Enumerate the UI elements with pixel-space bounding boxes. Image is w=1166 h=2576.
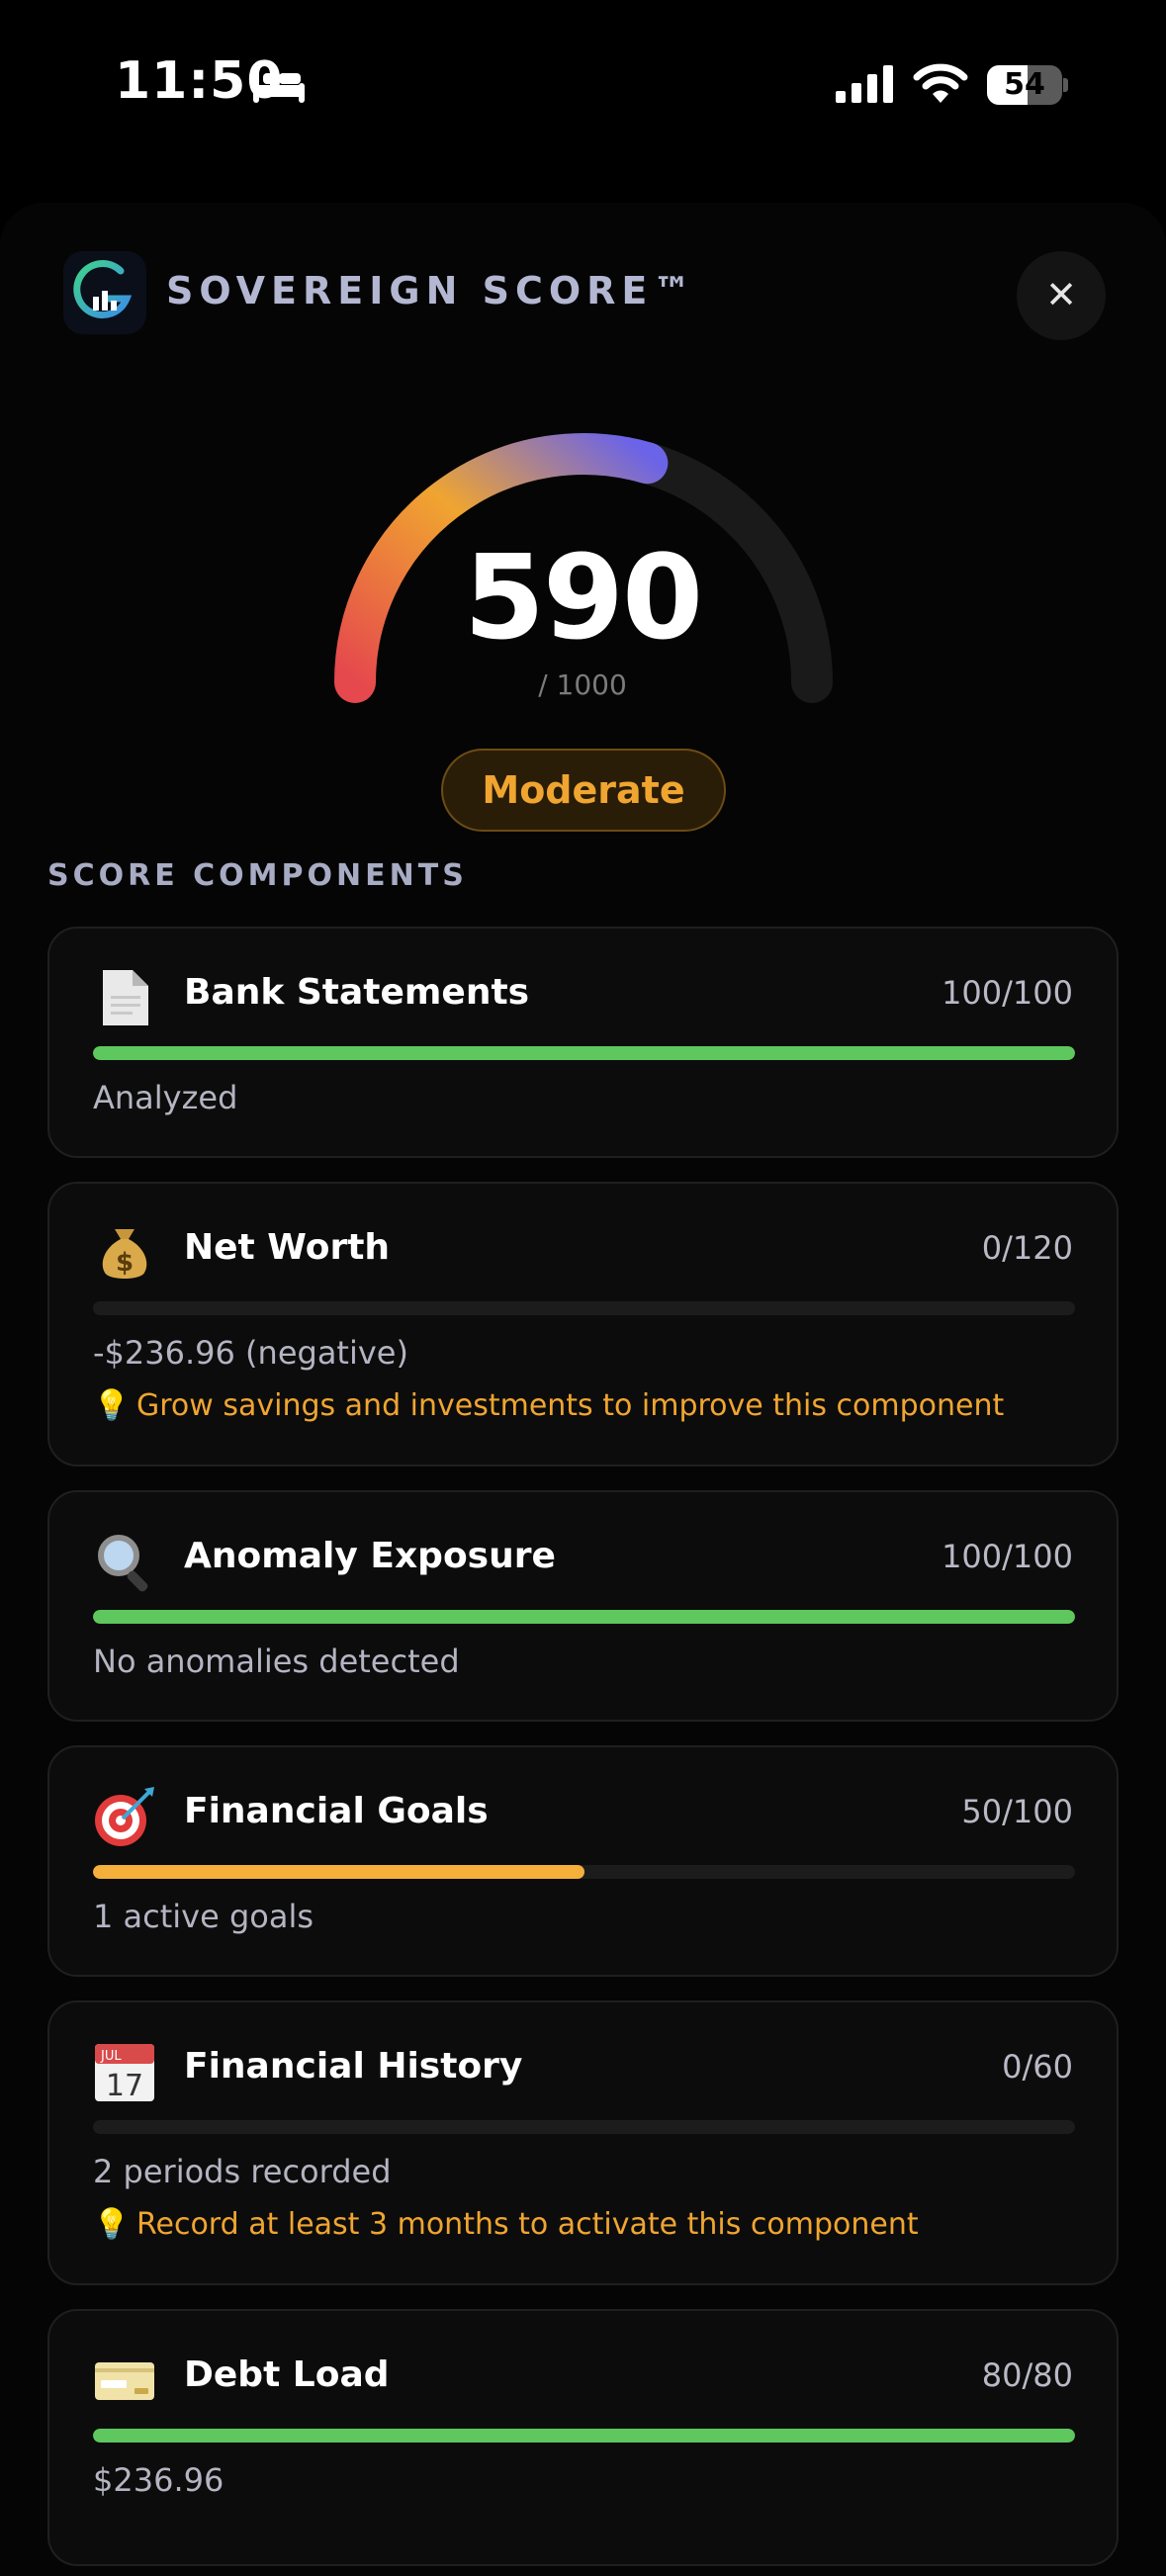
component-progress-fill [93,2429,1075,2443]
component-score: 0/60 [1002,2048,1073,2086]
component-tip-text: Record at least 3 months to activate thi… [136,2207,919,2242]
component-progress [93,2429,1075,2443]
component-score: 50/100 [961,1793,1073,1830]
svg-text:$: $ [116,1248,134,1278]
component-tip: 💡 Record at least 3 months to activate th… [93,2207,919,2242]
component-card-financial-goals[interactable]: Financial Goals 50/100 1 active goals [47,1745,1119,1977]
component-title: Financial Goals [184,1791,489,1831]
component-score: 0/120 [981,1229,1073,1267]
rating-badge: Moderate [441,749,726,832]
component-title: Net Worth [184,1227,391,1268]
money-bag-icon: $ [102,1229,147,1279]
component-progress [93,1865,1075,1879]
component-title: Debt Load [184,2354,390,2395]
score-max: / 1000 [538,668,627,701]
score-value: 590 [463,529,703,666]
calendar-month: JUL [100,2049,122,2064]
component-title: Bank Statements [184,972,530,1013]
battery-level-text: 54 [1004,67,1045,102]
component-detail: $236.96 [93,2461,224,2499]
credit-card-icon [95,2362,154,2400]
component-card-debt-load[interactable]: Debt Load 80/80 $236.96 [47,2309,1119,2566]
magnifier-icon [98,1535,148,1592]
sleep-focus-icon [253,69,305,103]
component-score: 80/80 [981,2356,1073,2394]
status-bar: 11:50 54 [0,0,1166,178]
component-progress-fill [93,1046,1075,1060]
app-logo [63,251,146,334]
component-detail: No anomalies detected [93,1643,460,1680]
component-progress [93,1301,1075,1315]
component-card-financial-history[interactable]: JUL 17 Financial History 0/60 2 periods … [47,2000,1119,2285]
section-label: SCORE COMPONENTS [47,858,468,893]
component-tip-text: Grow savings and investments to improve … [136,1388,1005,1423]
calendar-day: 17 [106,2069,143,2103]
component-progress [93,2120,1075,2134]
component-detail: Analyzed [93,1079,238,1116]
component-tip: 💡 Grow savings and investments to improve… [93,1388,1004,1423]
component-detail: 2 periods recorded [93,2153,392,2190]
page-title: SOVEREIGN SCORE™ [166,269,697,312]
component-title: Financial History [184,2046,523,2087]
calendar-icon: JUL 17 [95,2044,154,2103]
component-progress-fill [93,1865,584,1879]
component-card-net-worth[interactable]: $ Net Worth 0/120 -$236.96 (negative) 💡 G… [47,1182,1119,1466]
cellular-signal-icon [836,65,893,103]
target-icon [95,1787,154,1846]
component-card-anomaly-exposure[interactable]: Anomaly Exposure 100/100 No anomalies de… [47,1490,1119,1722]
battery-indicator: 54 [987,65,1068,105]
lightbulb-icon: 💡 [93,1388,131,1423]
sovereign-logo-icon [73,260,133,318]
component-card-bank-statements[interactable]: Bank Statements 100/100 Analyzed [47,927,1119,1158]
close-button[interactable]: ✕ [1017,251,1106,340]
lightbulb-icon: 💡 [93,2207,131,2242]
component-detail: 1 active goals [93,1898,314,1935]
component-score: 100/100 [942,974,1073,1012]
component-progress [93,1046,1075,1060]
document-icon [103,970,148,1025]
component-title: Anomaly Exposure [184,1536,556,1576]
component-progress [93,1610,1075,1624]
component-progress-fill [93,1610,1075,1624]
component-detail: -$236.96 (negative) [93,1334,408,1372]
wifi-icon [913,63,968,103]
component-score: 100/100 [942,1538,1073,1575]
